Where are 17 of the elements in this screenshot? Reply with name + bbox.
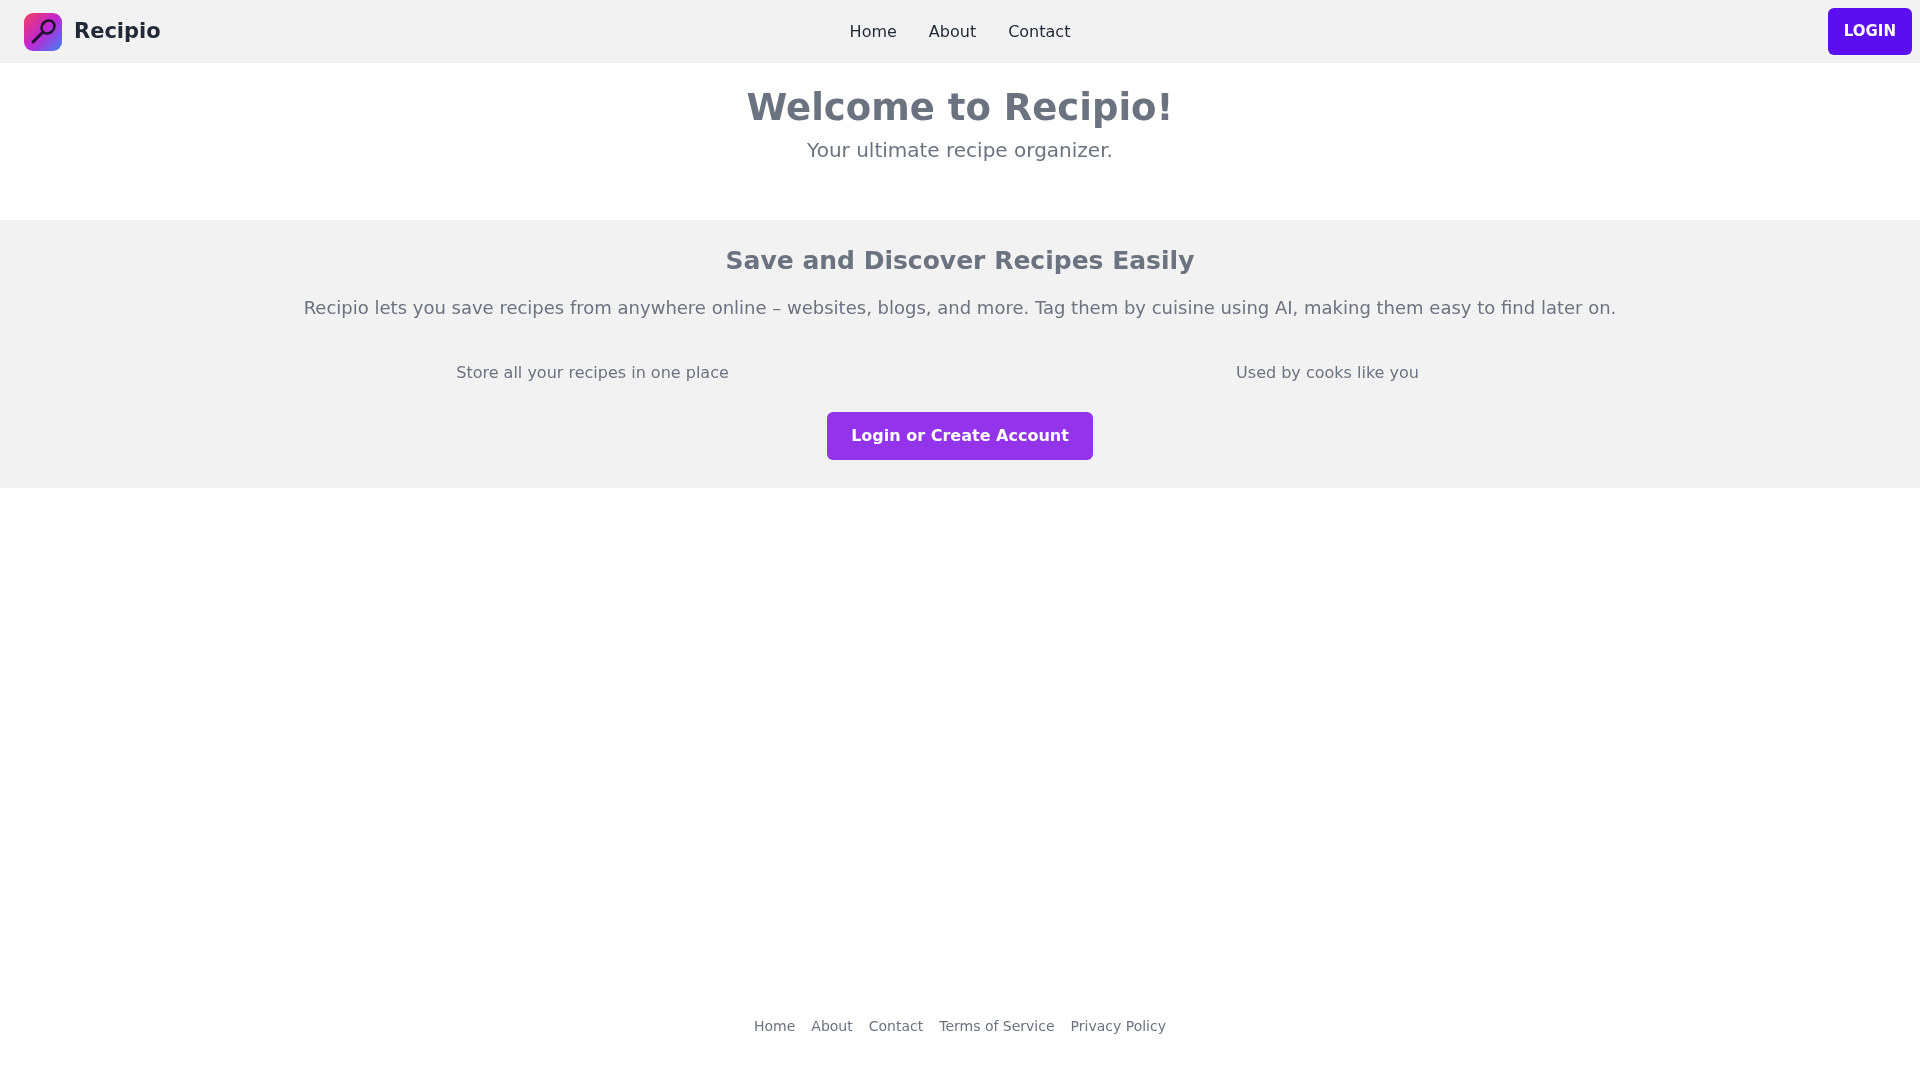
footer-link[interactable]: Contact	[868, 1016, 924, 1080]
nav-link[interactable]: Contact	[1008, 19, 1071, 44]
footer-link[interactable]: About	[811, 1016, 853, 1080]
brand-name: Recipio	[74, 17, 161, 45]
nav-link[interactable]: Home	[849, 19, 897, 44]
footer-link[interactable]: Privacy Policy	[1070, 1016, 1166, 1080]
footer-link[interactable]: Home	[754, 1016, 796, 1080]
welcome-subtitle: Your ultimate recipe organizer.	[807, 137, 1113, 165]
footer-link[interactable]: Terms of Service	[939, 1016, 1055, 1080]
features-description: Recipio lets you save recipes from anywhere online – websites, blogs, and more. Tag them by cuisine using AI, making them easy to find later on.	[303, 295, 1617, 320]
features-title: Save and Discover Recipes Easily	[725, 245, 1195, 277]
feature-point: Store all your recipes in one place	[455, 361, 730, 384]
login-button[interactable]: LOGIN	[1827, 8, 1912, 55]
login-create-account-button[interactable]: Login or Create Account	[827, 411, 1093, 460]
welcome-title: Welcome to Recipio!	[746, 85, 1174, 131]
feature-point: Used by cooks like you	[1235, 361, 1420, 384]
nav-link[interactable]: About	[928, 19, 977, 44]
